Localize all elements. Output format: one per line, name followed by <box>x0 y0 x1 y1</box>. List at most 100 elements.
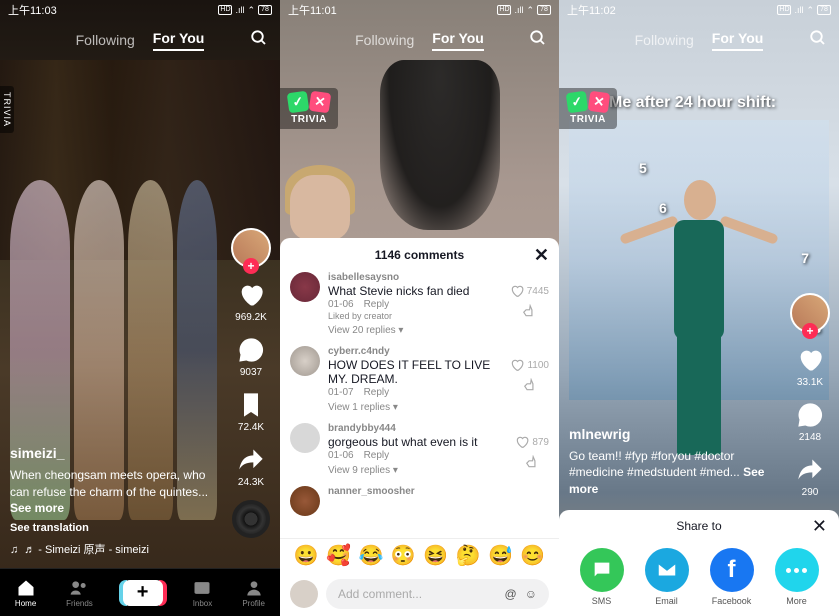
comments-list[interactable]: isabellesaysno What Stevie nicks fan die… <box>280 272 559 538</box>
comment-item: cyberr.c4ndy HOW DOES IT FEEL TO LIVE MY… <box>290 346 549 413</box>
tab-following[interactable]: Following <box>635 32 694 48</box>
more-icon <box>775 548 819 592</box>
status-hd-icon: HD <box>497 5 511 15</box>
status-battery-icon: 78 <box>537 5 551 15</box>
status-bar: 上午11:02 HD .ıll ⌃ 78 <box>559 0 839 20</box>
comment-avatar[interactable] <box>290 423 320 453</box>
like-button[interactable]: 969.2K <box>235 280 267 323</box>
close-icon[interactable]: ✕ <box>812 516 827 537</box>
close-icon[interactable]: ✕ <box>534 245 549 266</box>
profile-avatar[interactable] <box>231 228 271 268</box>
bottom-nav: Home Friends + Inbox Profile <box>0 568 280 616</box>
comment-like-button[interactable]: 7445 <box>510 284 549 298</box>
trivia-label[interactable]: TRIVIA <box>0 86 14 133</box>
caption-text[interactable]: Go team!! #fyp #foryou #doctor #medicine… <box>569 448 769 498</box>
like-button[interactable]: 33.1K <box>795 345 825 388</box>
reply-button[interactable]: Reply <box>364 450 390 461</box>
comment-avatar[interactable] <box>290 346 320 376</box>
bookmark-icon <box>236 390 266 420</box>
heart-icon <box>795 345 825 375</box>
my-avatar[interactable] <box>290 580 318 608</box>
emoji-option[interactable]: 😳 <box>391 543 416 568</box>
cross-icon: ✕ <box>309 91 332 114</box>
status-signal-icon: .ıll <box>235 5 244 15</box>
trivia-label[interactable]: ✓✕ TRIVIA <box>280 88 338 129</box>
share-button[interactable]: 24.3K <box>236 445 266 488</box>
emoji-option[interactable]: 😀 <box>294 543 319 568</box>
search-icon[interactable] <box>250 29 268 52</box>
emoji-option[interactable]: 😅 <box>488 543 513 568</box>
check-icon: ✓ <box>566 91 589 114</box>
comment-icon <box>236 335 266 365</box>
comment-input[interactable]: Add comment... @ ☺ <box>326 579 549 609</box>
status-time: 上午11:03 <box>8 2 57 18</box>
comment-dislike-button[interactable] <box>523 378 537 397</box>
emoji-icon[interactable]: ☺ <box>525 587 537 601</box>
tab-following[interactable]: Following <box>76 32 135 48</box>
status-wifi-icon: ⌃ <box>526 5 534 16</box>
nav-create[interactable]: + <box>123 580 163 606</box>
reply-button[interactable]: Reply <box>364 299 390 310</box>
tab-following[interactable]: Following <box>355 32 414 48</box>
comment-username[interactable]: nanner_smoosher <box>328 486 549 497</box>
comment-text: What Stevie nicks fan died <box>328 284 502 298</box>
view-replies[interactable]: View 20 replies ▾ <box>328 325 502 336</box>
sms-icon <box>580 548 624 592</box>
comment-dislike-button[interactable] <box>522 304 536 323</box>
cross-icon: ✕ <box>588 91 611 114</box>
sound-label[interactable]: ♬ - Simeizi 原声 - simeizi <box>10 543 210 558</box>
comment-like-button[interactable]: 1100 <box>510 358 549 372</box>
share-email[interactable]: Email <box>645 548 689 606</box>
comment-like-button[interactable]: 879 <box>515 435 549 449</box>
share-button[interactable]: 290 <box>795 455 825 498</box>
mention-icon[interactable]: @ <box>505 587 517 601</box>
emoji-option[interactable]: 😂 <box>358 543 383 568</box>
comment-button[interactable]: 2148 <box>795 400 825 443</box>
comment-avatar[interactable] <box>290 272 320 302</box>
comment-username[interactable]: brandybby444 <box>328 423 507 434</box>
status-battery-icon: 78 <box>817 5 831 15</box>
share-more[interactable]: More <box>775 548 819 606</box>
sound-disc[interactable] <box>232 500 270 538</box>
nav-inbox[interactable]: Inbox <box>192 578 212 608</box>
comment-username[interactable]: cyberr.c4ndy <box>328 346 502 357</box>
caption-text[interactable]: When cheongsam meets opera, who can refu… <box>10 467 210 517</box>
tab-foryou[interactable]: For You <box>153 30 205 51</box>
profile-avatar[interactable] <box>790 293 830 333</box>
tiktok-screen-1: 上午11:03 HD .ıll ⌃ 78 Following For You T… <box>0 0 280 616</box>
share-sms[interactable]: SMS <box>580 548 624 606</box>
comment-avatar[interactable] <box>290 486 320 516</box>
emoji-option[interactable]: 🥰 <box>326 543 351 568</box>
tab-foryou[interactable]: For You <box>432 30 484 51</box>
search-icon[interactable] <box>809 29 827 52</box>
status-signal-icon: .ıll <box>794 5 803 15</box>
top-nav: Following For You <box>280 24 559 56</box>
liked-by-creator: Liked by creator <box>328 311 502 321</box>
see-translation[interactable]: See translation <box>10 521 210 536</box>
username[interactable]: simeizi_ <box>10 444 210 464</box>
view-replies[interactable]: View 1 replies ▾ <box>328 402 502 413</box>
emoji-option[interactable]: 😆 <box>423 543 448 568</box>
nav-friends[interactable]: Friends <box>66 578 93 608</box>
share-facebook[interactable]: f Facebook <box>710 548 754 606</box>
tiktok-screen-3: 上午11:02 HD .ıll ⌃ 78 Following For You ✓… <box>559 0 839 616</box>
save-button[interactable]: 72.4K <box>236 390 266 433</box>
username[interactable]: mlnewrig <box>569 425 769 445</box>
status-battery-icon: 78 <box>258 5 272 15</box>
comment-dislike-button[interactable] <box>525 455 539 474</box>
reply-button[interactable]: Reply <box>364 387 390 398</box>
emoji-option[interactable]: 😊 <box>520 543 545 568</box>
comment-username[interactable]: isabellesaysno <box>328 272 502 283</box>
emoji-option[interactable]: 🤔 <box>456 543 481 568</box>
tab-foryou[interactable]: For You <box>712 30 764 51</box>
view-replies[interactable]: View 9 replies ▾ <box>328 465 507 476</box>
trivia-label[interactable]: ✓✕ TRIVIA <box>559 88 617 129</box>
nav-profile[interactable]: Profile <box>242 578 265 608</box>
top-nav: Following For You <box>0 24 280 56</box>
comment-text: gorgeous but what even is it <box>328 435 507 449</box>
check-icon: ✓ <box>287 91 310 114</box>
comment-button[interactable]: 9037 <box>236 335 266 378</box>
email-icon <box>645 548 689 592</box>
search-icon[interactable] <box>529 29 547 52</box>
nav-home[interactable]: Home <box>15 578 36 608</box>
